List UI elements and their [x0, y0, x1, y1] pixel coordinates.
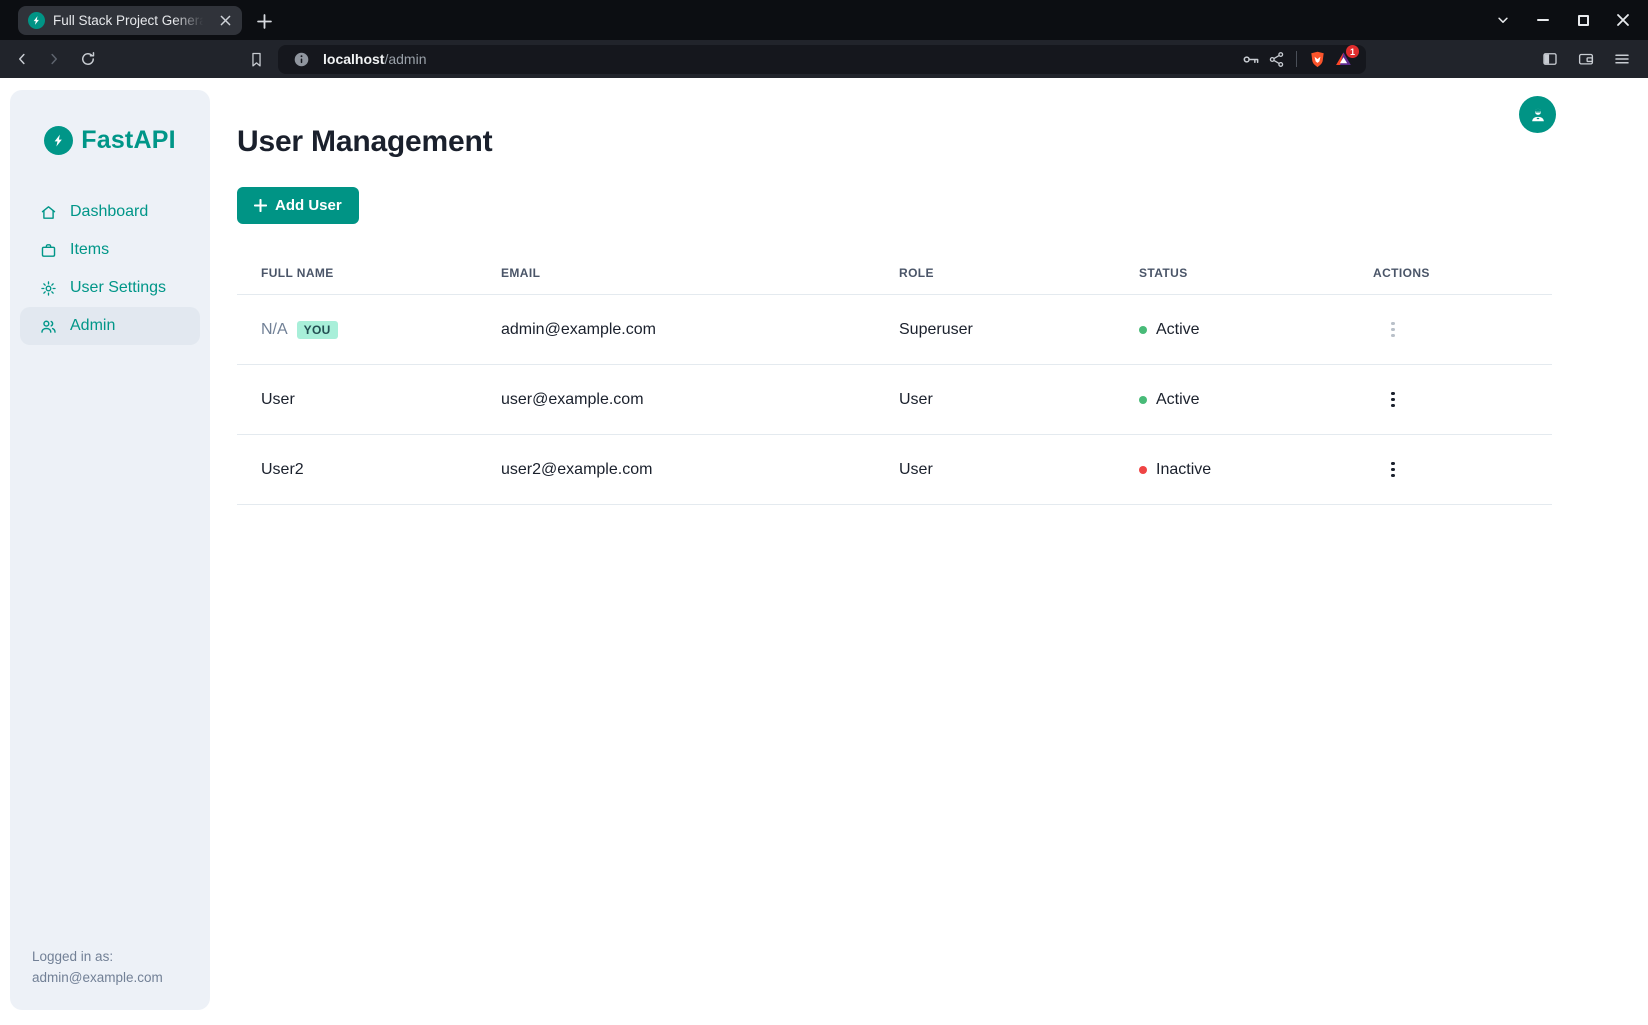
ellipsis-icon: [1391, 462, 1395, 478]
minimize-button[interactable]: [1530, 7, 1556, 33]
table-row: User2 user2@example.com User Inactive: [237, 435, 1552, 505]
sidebar-panel-icon[interactable]: [1536, 45, 1564, 73]
row-actions-menu-button[interactable]: [1385, 386, 1401, 414]
maximize-button[interactable]: [1570, 7, 1596, 33]
back-button[interactable]: [8, 45, 36, 73]
main-content: User Management Add User FULL NAME EMAIL…: [237, 78, 1552, 505]
cell-full-name: User: [261, 391, 295, 409]
wallet-icon[interactable]: [1572, 45, 1600, 73]
you-badge: YOU: [297, 321, 338, 339]
sidebar-item-admin[interactable]: Admin: [20, 307, 200, 345]
sidebar-item-dashboard[interactable]: Dashboard: [20, 193, 200, 231]
add-user-label: Add User: [275, 197, 342, 214]
users-table: FULL NAME EMAIL ROLE STATUS ACTIONS N/A …: [237, 250, 1552, 505]
browser-window: Full Stack Project Genera: [0, 0, 1648, 1025]
cell-email: admin@example.com: [477, 321, 875, 339]
new-tab-button[interactable]: [252, 9, 276, 33]
window-controls: [1490, 0, 1648, 40]
brave-shields-icon[interactable]: [1304, 46, 1330, 72]
page-title: User Management: [237, 125, 1552, 159]
cell-role: User: [875, 391, 1115, 409]
ellipsis-icon: [1391, 322, 1395, 338]
table-row: N/A YOU admin@example.com Superuser Acti…: [237, 295, 1552, 365]
sidebar: FastAPI Dashboard Items: [10, 90, 210, 1010]
tab-strip: Full Stack Project Genera: [0, 0, 1648, 40]
cell-role: Superuser: [875, 321, 1115, 339]
sidebar-nav: Dashboard Items User Settings: [10, 193, 210, 345]
cell-full-name: User2: [261, 461, 304, 479]
menu-hamburger-icon[interactable]: [1608, 45, 1636, 73]
fastapi-bolt-icon: [44, 126, 73, 155]
table-header-row: FULL NAME EMAIL ROLE STATUS ACTIONS: [237, 250, 1552, 295]
url-host: localhost: [323, 51, 384, 67]
briefcase-icon: [40, 242, 57, 259]
tab-close-icon[interactable]: [216, 12, 234, 30]
site-info-icon[interactable]: [288, 46, 314, 72]
tab-search-chevron-icon[interactable]: [1490, 7, 1516, 33]
sidebar-item-user-settings[interactable]: User Settings: [20, 269, 200, 307]
browser-tab[interactable]: Full Stack Project Genera: [18, 6, 242, 35]
cell-email: user@example.com: [477, 391, 875, 409]
cell-email: user2@example.com: [477, 461, 875, 479]
logged-in-email: admin@example.com: [32, 967, 163, 988]
column-header-status: STATUS: [1115, 266, 1349, 280]
plus-icon: [254, 199, 267, 212]
reload-button[interactable]: [74, 45, 102, 73]
cell-full-name: N/A: [261, 321, 288, 339]
bookmark-icon[interactable]: [242, 45, 270, 73]
cell-status: Active: [1156, 391, 1200, 409]
logo-text: FastAPI: [81, 126, 175, 155]
password-key-icon[interactable]: [1237, 46, 1263, 72]
column-header-actions: ACTIONS: [1349, 266, 1552, 280]
cell-status: Active: [1156, 321, 1200, 339]
divider: [1296, 51, 1297, 67]
toolbar-right: [1536, 45, 1648, 73]
table-row: User user@example.com User Active: [237, 365, 1552, 435]
status-dot: [1139, 466, 1147, 474]
gear-icon: [40, 280, 57, 297]
home-icon: [40, 204, 57, 221]
cell-role: User: [875, 461, 1115, 479]
logged-in-footer: Logged in as: admin@example.com: [32, 946, 163, 988]
ellipsis-icon: [1391, 392, 1395, 408]
url-text: localhost/admin: [323, 51, 1237, 67]
status-dot: [1139, 326, 1147, 334]
logged-in-label: Logged in as:: [32, 946, 163, 967]
fastapi-favicon-icon: [28, 12, 45, 29]
sidebar-item-label: Admin: [70, 317, 115, 335]
row-actions-menu-button: [1385, 316, 1401, 344]
brave-rewards-icon[interactable]: 1: [1330, 46, 1356, 72]
status-dot: [1139, 396, 1147, 404]
share-icon[interactable]: [1263, 46, 1289, 72]
fastapi-logo[interactable]: FastAPI: [10, 126, 210, 155]
column-header-full-name: FULL NAME: [237, 266, 477, 280]
row-actions-menu-button[interactable]: [1385, 456, 1401, 484]
rewards-badge: 1: [1346, 45, 1359, 58]
add-user-button[interactable]: Add User: [237, 187, 359, 224]
sidebar-item-label: Dashboard: [70, 203, 148, 221]
sidebar-item-label: User Settings: [70, 279, 166, 297]
page-viewport: FastAPI Dashboard Items: [0, 78, 1648, 1025]
url-path: /admin: [384, 51, 426, 67]
sidebar-item-items[interactable]: Items: [20, 231, 200, 269]
tab-title: Full Stack Project Genera: [53, 13, 208, 28]
column-header-email: EMAIL: [477, 266, 875, 280]
close-window-button[interactable]: [1610, 7, 1636, 33]
address-bar[interactable]: localhost/admin 1: [278, 45, 1366, 74]
cell-status: Inactive: [1156, 461, 1211, 479]
forward-button[interactable]: [40, 45, 68, 73]
sidebar-item-label: Items: [70, 241, 109, 259]
column-header-role: ROLE: [875, 266, 1115, 280]
browser-toolbar: localhost/admin 1: [0, 40, 1648, 78]
users-icon: [40, 318, 57, 335]
